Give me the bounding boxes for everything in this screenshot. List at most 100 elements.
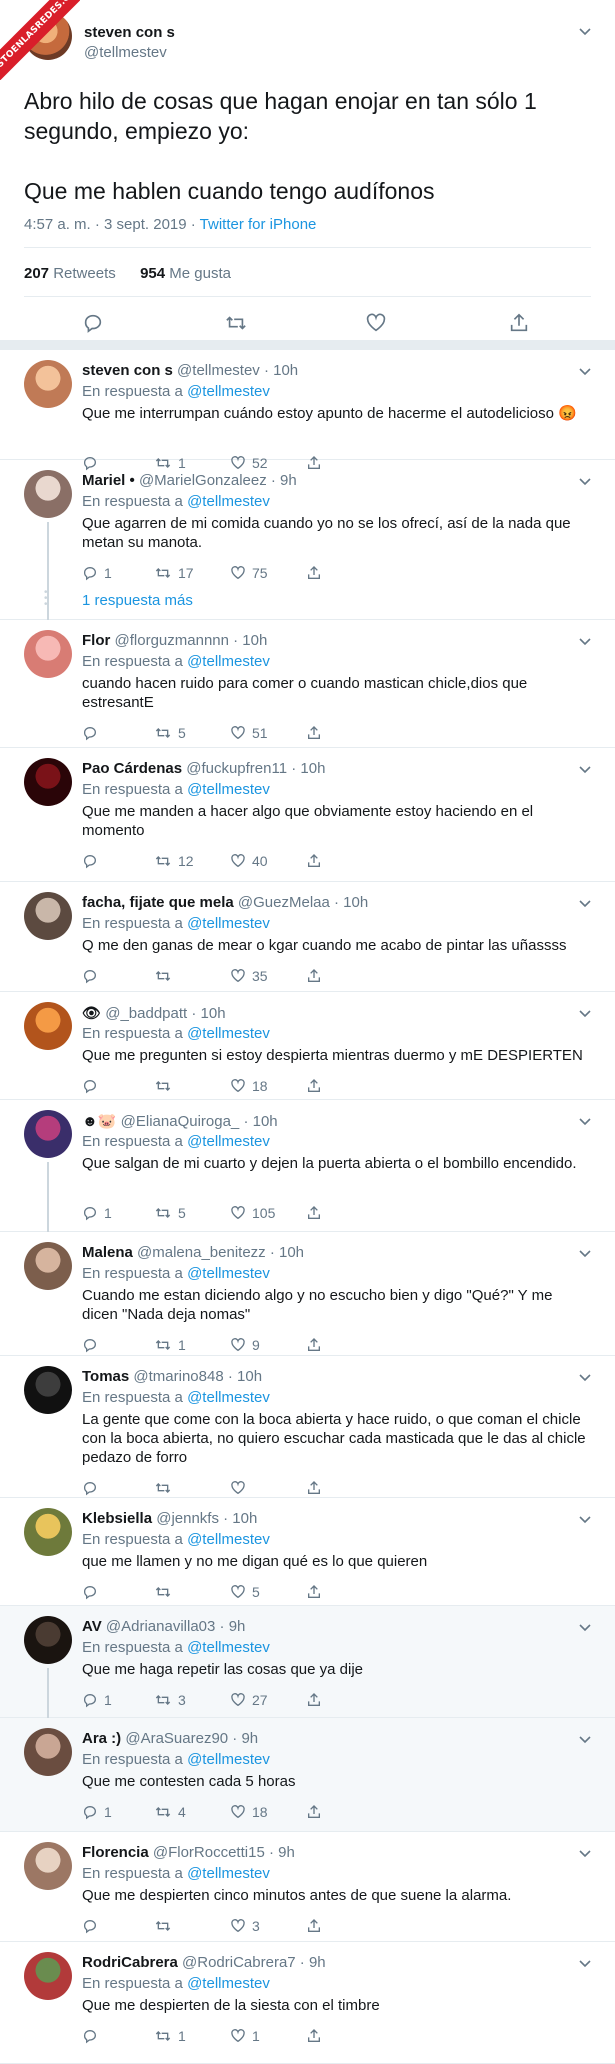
chevron-down-icon[interactable] <box>579 26 591 38</box>
avatar[interactable] <box>24 758 72 806</box>
reply-to-link[interactable]: @tellmestev <box>187 915 270 932</box>
reply-to-link[interactable]: @tellmestev <box>187 493 270 510</box>
reply-to-link[interactable]: @tellmestev <box>187 653 270 670</box>
timestamp[interactable]: 4:57 a. m. · 3 sept. 2019 · <box>24 216 196 233</box>
author-handle[interactable]: @tmarino848 · 10h <box>133 1368 262 1385</box>
reply-button[interactable] <box>82 1917 104 1935</box>
author-handle[interactable]: @_baddpatt · 10h <box>105 1005 225 1022</box>
more-replies-link[interactable]: 1 respuesta más <box>82 592 193 609</box>
reply-tweet[interactable]: Malena @malena_benitezz · 10h En respues… <box>0 1232 615 1356</box>
like-button[interactable]: 3 <box>230 1917 260 1935</box>
author-handle[interactable]: @fuckupfren11 · 10h <box>186 760 325 777</box>
reply-to-link[interactable]: @tellmestev <box>187 1265 270 1282</box>
like-button[interactable]: 35 <box>230 967 268 985</box>
reply-to-link[interactable]: @tellmestev <box>187 1639 270 1656</box>
avatar[interactable] <box>24 1002 72 1050</box>
retweet-button[interactable] <box>154 1077 178 1095</box>
share-button[interactable] <box>306 1583 322 1601</box>
reply-tweet[interactable]: Pao Cárdenas @fuckupfren11 · 10h En resp… <box>0 748 615 882</box>
reply-tweet[interactable]: steven con s @tellmestev · 10h En respue… <box>0 350 615 471</box>
author-handle[interactable]: @MarielGonzaleez · 9h <box>139 472 297 489</box>
avatar[interactable] <box>24 1842 72 1890</box>
reply-tweet[interactable]: 👁 @_baddpatt · 10h En respuesta a @tellm… <box>0 992 615 1100</box>
retweet-icon[interactable] <box>224 312 248 336</box>
chevron-down-icon[interactable] <box>579 1734 591 1746</box>
reply-tweet[interactable]: Flor @florguzmannnn · 10h En respuesta a… <box>0 620 615 748</box>
avatar[interactable] <box>24 630 72 678</box>
reply-to-link[interactable]: @tellmestev <box>187 1865 270 1882</box>
author-handle[interactable]: @jennkfs · 10h <box>156 1510 257 1527</box>
author-handle[interactable]: @tellmestev · 10h <box>177 362 298 379</box>
reply-button[interactable] <box>82 852 104 870</box>
like-button[interactable]: 51 <box>230 724 268 742</box>
heart-icon[interactable] <box>365 312 389 336</box>
like-button[interactable]: 18 <box>230 1803 268 1821</box>
reply-to-link[interactable]: @tellmestev <box>187 383 270 400</box>
avatar[interactable] <box>24 1952 72 2000</box>
reply-tweet[interactable]: ☻🐷 @ElianaQuiroga_ · 10h En respuesta a … <box>0 1100 615 1232</box>
reply-to-link[interactable]: @tellmestev <box>187 1751 270 1768</box>
reply-tweet[interactable]: Mariel • @MarielGonzaleez · 9h En respue… <box>0 460 615 620</box>
author-handle[interactable]: @Adrianavilla03 · 9h <box>106 1618 245 1635</box>
avatar[interactable] <box>24 1366 72 1414</box>
author-name[interactable]: steven con s <box>82 362 173 379</box>
retweet-button[interactable]: 12 <box>154 852 194 870</box>
author-handle[interactable]: @ElianaQuiroga_ · 10h <box>121 1113 278 1130</box>
reply-to-link[interactable]: @tellmestev <box>187 1531 270 1548</box>
author-name[interactable]: Pao Cárdenas <box>82 760 182 777</box>
reply-button[interactable]: 1 <box>82 1691 112 1709</box>
reply-button[interactable]: 1 <box>82 1803 112 1821</box>
author-handle[interactable]: @malena_benitezz · 10h <box>137 1244 304 1261</box>
likes-count[interactable]: 954 <box>140 265 165 282</box>
author-name[interactable]: 👁 <box>82 1005 101 1022</box>
share-button[interactable] <box>306 1917 322 1935</box>
share-button[interactable] <box>306 1204 322 1222</box>
reply-tweet[interactable]: Ara :) @AraSuarez90 · 9h En respuesta a … <box>0 1718 615 1832</box>
source-link[interactable]: Twitter for iPhone <box>200 216 317 233</box>
reply-button[interactable] <box>82 1077 104 1095</box>
share-button[interactable] <box>306 1077 322 1095</box>
retweets-count[interactable]: 207 <box>24 265 49 282</box>
chevron-down-icon[interactable] <box>579 476 591 488</box>
like-button[interactable]: 9 <box>230 1336 260 1354</box>
author-handle[interactable]: @AraSuarez90 · 9h <box>125 1730 258 1747</box>
avatar[interactable] <box>24 1242 72 1290</box>
likes-label[interactable]: Me gusta <box>169 265 231 282</box>
author-name[interactable]: Ara :) <box>82 1730 121 1747</box>
avatar[interactable] <box>24 892 72 940</box>
like-button[interactable]: 1 <box>230 2027 260 2045</box>
like-button[interactable]: 5 <box>230 1583 260 1601</box>
reply-to-link[interactable]: @tellmestev <box>187 1975 270 1992</box>
reply-to-link[interactable]: @tellmestev <box>187 1389 270 1406</box>
like-button[interactable]: 40 <box>230 852 268 870</box>
share-button[interactable] <box>306 967 322 985</box>
share-button[interactable] <box>306 1479 322 1497</box>
like-button[interactable]: 75 <box>230 564 268 582</box>
author-name[interactable]: Mariel • <box>82 472 135 489</box>
retweet-button[interactable]: 4 <box>154 1803 186 1821</box>
reply-tweet[interactable]: facha, fijate que mela @GuezMelaa · 10h … <box>0 882 615 992</box>
chevron-down-icon[interactable] <box>579 1248 591 1260</box>
author-handle[interactable]: @florguzmannnn · 10h <box>115 632 268 649</box>
avatar[interactable] <box>24 1110 72 1158</box>
author-name[interactable]: Tomas <box>82 1368 129 1385</box>
chevron-down-icon[interactable] <box>579 1958 591 1970</box>
reply-button[interactable] <box>82 1583 104 1601</box>
retweet-button[interactable]: 5 <box>154 724 186 742</box>
share-button[interactable] <box>306 1803 322 1821</box>
avatar[interactable] <box>24 360 72 408</box>
author-handle[interactable]: @tellmestev <box>84 44 167 61</box>
author-name[interactable]: ☻🐷 <box>82 1113 116 1130</box>
reply-icon[interactable] <box>82 312 106 336</box>
retweet-button[interactable]: 3 <box>154 1691 186 1709</box>
chevron-down-icon[interactable] <box>579 1116 591 1128</box>
chevron-down-icon[interactable] <box>579 1372 591 1384</box>
share-button[interactable] <box>306 1691 322 1709</box>
chevron-down-icon[interactable] <box>579 366 591 378</box>
reply-to-link[interactable]: @tellmestev <box>187 781 270 798</box>
reply-tweet[interactable]: RodriCabrera @RodriCabrera7 · 9h En resp… <box>0 1942 615 2064</box>
chevron-down-icon[interactable] <box>579 764 591 776</box>
author-name[interactable]: Flor <box>82 632 110 649</box>
avatar[interactable] <box>24 1508 72 1556</box>
author-name[interactable]: Florencia <box>82 1844 149 1861</box>
